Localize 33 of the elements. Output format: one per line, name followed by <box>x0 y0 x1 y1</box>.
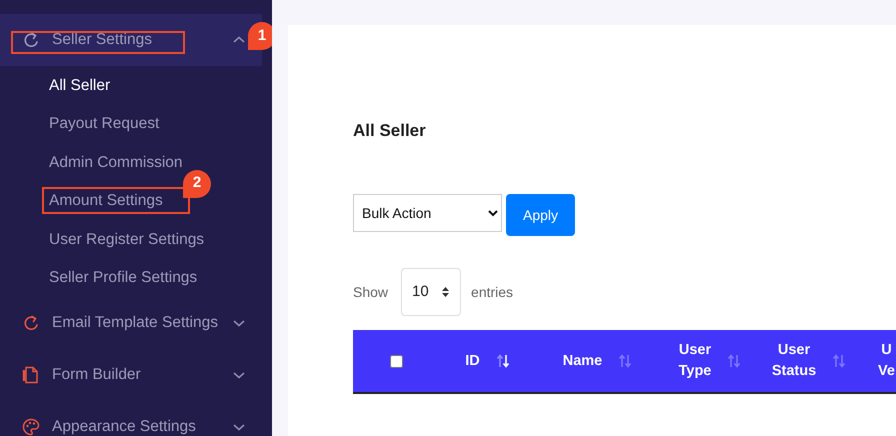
page-title: All Seller <box>353 121 427 142</box>
select-all-checkbox[interactable] <box>390 354 403 368</box>
apply-button[interactable]: Apply <box>506 194 575 236</box>
show-label: Show <box>353 282 388 302</box>
chevron-down-icon <box>232 318 246 328</box>
sidebar-item[interactable]: Payout Request <box>49 112 160 136</box>
sidebar-item[interactable]: Admin Commission <box>49 150 183 174</box>
sidebar-group[interactable]: Appearance Settings <box>0 401 262 436</box>
column-header[interactable]: Name <box>562 350 602 372</box>
curved-arrow-icon <box>22 314 40 332</box>
sort-icon[interactable] <box>496 354 510 368</box>
sidebar-item[interactable]: Seller Profile Settings <box>49 266 198 290</box>
curved-arrow-icon <box>22 31 40 49</box>
sidebar-group[interactable]: Form Builder <box>0 349 262 401</box>
callout-badge: 2 <box>183 170 211 198</box>
sidebar-item[interactable]: All Seller <box>49 74 110 97</box>
chevron-down-icon <box>232 422 246 432</box>
callout-badge: 1 <box>248 22 272 50</box>
chevron-up-icon <box>232 35 246 45</box>
sidebar-item[interactable]: Amount Settings <box>49 189 163 212</box>
column-header[interactable]: U Ve <box>878 340 895 382</box>
entries-select[interactable]: 10 <box>401 268 462 316</box>
entries-label: entries <box>471 282 514 302</box>
sidebar-group[interactable]: Email Template Settings <box>0 297 262 349</box>
sidebar-item[interactable]: User Register Settings <box>49 228 204 251</box>
bulk-action-select[interactable]: Bulk Action <box>353 194 502 232</box>
updown-caret-icon <box>441 285 450 300</box>
document-icon <box>22 366 40 384</box>
chevron-down-icon <box>232 370 246 380</box>
column-header[interactable]: User Type <box>678 340 712 382</box>
palette-icon <box>22 418 40 436</box>
column-header[interactable]: ID <box>465 350 480 372</box>
column-header[interactable]: User Status <box>772 340 816 382</box>
